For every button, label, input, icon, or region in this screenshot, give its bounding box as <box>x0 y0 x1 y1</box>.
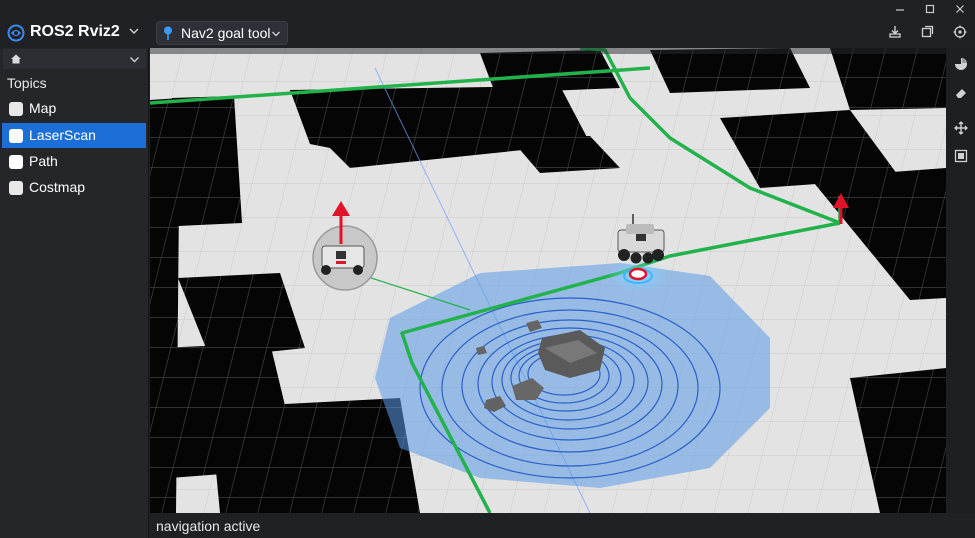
panel-icon[interactable] <box>949 144 972 167</box>
panel-header[interactable] <box>3 49 146 69</box>
chevron-down-icon[interactable] <box>128 25 140 37</box>
topic-item-costmap[interactable]: Costmap <box>2 175 146 200</box>
3d-viewport[interactable] <box>150 48 946 513</box>
topics-heading: Topics <box>7 75 47 91</box>
displays-panel: Topics Map LaserScan Path Costmap <box>0 48 149 538</box>
maximize-icon[interactable] <box>915 0 945 17</box>
topic-label: Costmap <box>29 179 86 195</box>
window-copy-icon[interactable] <box>920 25 934 39</box>
goal-marker[interactable] <box>608 260 668 292</box>
window-controls <box>885 0 975 17</box>
minimize-icon[interactable] <box>885 0 915 17</box>
ros-logo-icon <box>7 24 25 42</box>
chevron-down-icon <box>272 31 280 37</box>
topic-item-laserscan[interactable]: LaserScan <box>2 123 146 148</box>
map-scene <box>150 48 946 513</box>
topic-checkbox[interactable] <box>9 155 23 169</box>
topic-checkbox[interactable] <box>9 129 23 143</box>
topic-item-path[interactable]: Path <box>2 149 146 174</box>
rviz-window: ROS2 Rviz2 Nav2 goal tool Topics Map Las… <box>0 0 975 538</box>
tool-selector[interactable]: Nav2 goal tool <box>156 21 288 45</box>
right-toolbar <box>946 48 975 513</box>
move-icon[interactable] <box>949 116 972 139</box>
topic-checkbox[interactable] <box>9 181 23 195</box>
pie-chart-icon[interactable] <box>949 52 972 75</box>
target-icon[interactable] <box>953 25 967 39</box>
robot-pose-bubble[interactable] <box>312 225 378 291</box>
topic-label: Map <box>29 100 57 116</box>
robot-download-icon[interactable] <box>888 25 902 39</box>
map-pin-icon <box>164 26 172 40</box>
eraser-icon[interactable] <box>949 81 972 104</box>
tool-label: Nav2 goal tool <box>181 25 271 41</box>
chevron-down-icon[interactable] <box>129 54 140 65</box>
topic-item-map[interactable]: Map <box>2 96 146 121</box>
topic-label: Path <box>29 153 58 169</box>
topic-label: LaserScan <box>29 127 96 143</box>
status-bar: navigation active <box>150 513 975 538</box>
costmap-overlay <box>375 263 770 488</box>
top-toolbar: ROS2 Rviz2 Nav2 goal tool <box>0 17 975 48</box>
home-icon[interactable] <box>10 53 22 65</box>
topic-checkbox[interactable] <box>9 102 23 116</box>
close-icon[interactable] <box>945 0 975 17</box>
status-text: navigation active <box>156 518 261 534</box>
app-title: ROS2 Rviz2 <box>30 23 120 40</box>
